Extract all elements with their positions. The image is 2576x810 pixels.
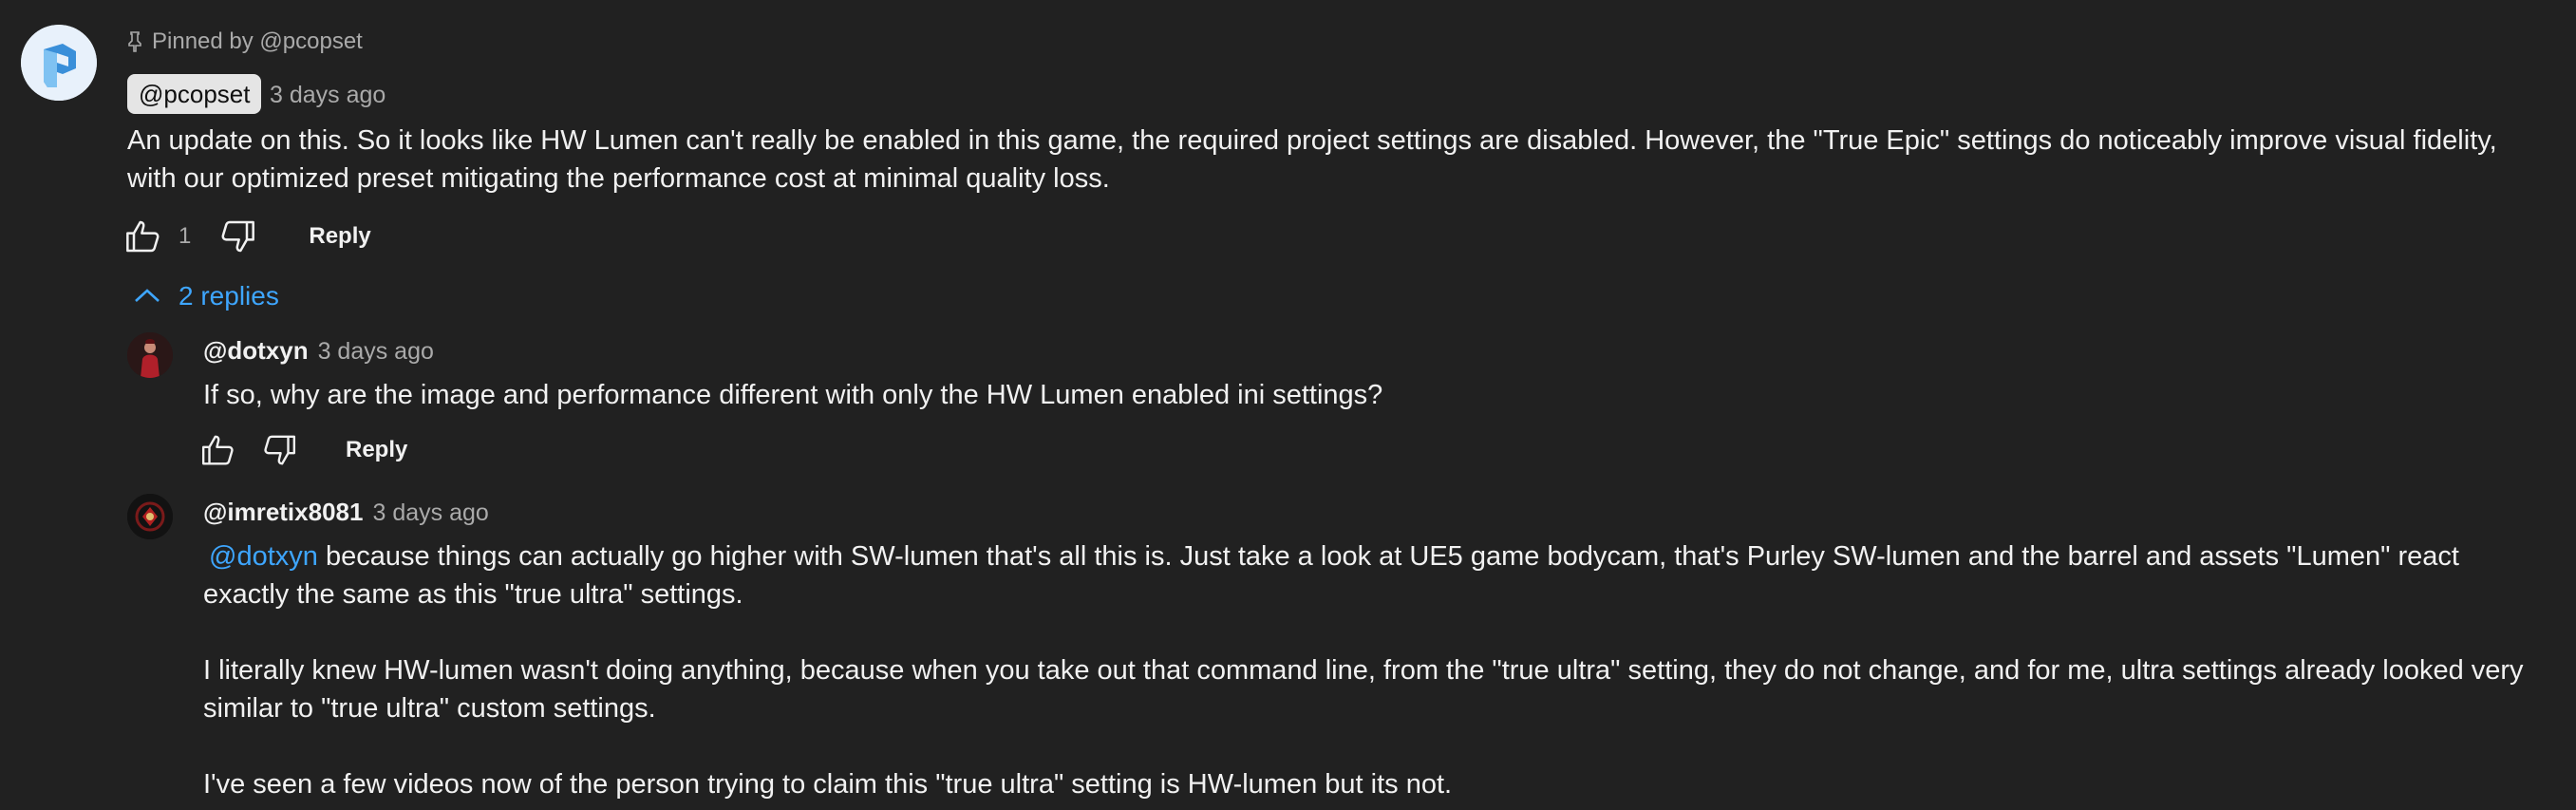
comment-thread: Pinned by @pcopset @pcopset 3 days ago A… — [0, 0, 2576, 810]
reply-author[interactable]: @dotxyn — [203, 336, 309, 366]
like-button[interactable] — [197, 429, 239, 471]
reply-paragraph-text: because things can actually go higher wi… — [203, 541, 2459, 610]
reply-header: @dotxyn 3 days ago — [203, 336, 434, 366]
reply-paragraph: I've seen a few videos now of the person… — [203, 769, 1453, 800]
reply-button[interactable]: Reply — [346, 437, 407, 463]
thumbs-up-icon — [124, 217, 162, 255]
reply-text: If so, why are the image and performance… — [203, 380, 1383, 410]
pin-icon — [127, 31, 142, 52]
reply-button[interactable]: Reply — [309, 223, 370, 250]
comment-author[interactable]: @pcopset — [127, 74, 262, 114]
pinned-label: Pinned by @pcopset — [127, 28, 363, 55]
reply-text: @dotxyn because things can actually go h… — [203, 537, 2548, 803]
reply-author[interactable]: @imretix8081 — [203, 498, 363, 527]
thumbs-up-icon — [200, 432, 236, 468]
like-button[interactable] — [122, 215, 165, 258]
avatar[interactable] — [127, 494, 173, 539]
reply-paragraph: @dotxyn because things can actually go h… — [203, 537, 2548, 613]
replies-toggle-label: 2 replies — [179, 281, 279, 311]
reply-header: @imretix8081 3 days ago — [203, 498, 489, 527]
avatar[interactable] — [127, 332, 173, 378]
comment-actions: 1 Reply — [122, 215, 371, 258]
avatar[interactable] — [21, 25, 97, 101]
mention-link[interactable]: @dotxyn — [209, 541, 318, 572]
chevron-up-icon — [133, 281, 161, 311]
replies-toggle[interactable]: 2 replies — [133, 281, 279, 311]
comment-text: An update on this. So it looks like HW L… — [127, 125, 2497, 194]
pinned-text: Pinned by @pcopset — [152, 28, 363, 54]
reply-paragraph: I literally knew HW-lumen wasn't doing a… — [203, 655, 2524, 724]
like-count: 1 — [179, 223, 192, 249]
comment-timestamp[interactable]: 3 days ago — [270, 82, 385, 109]
thumbs-down-icon — [261, 432, 297, 468]
dislike-button[interactable] — [258, 429, 300, 471]
thumbs-down-icon — [218, 217, 256, 255]
reply-actions: Reply — [197, 429, 407, 471]
reply-timestamp[interactable]: 3 days ago — [372, 499, 488, 527]
reply-timestamp[interactable]: 3 days ago — [318, 338, 434, 366]
dislike-button[interactable] — [216, 215, 259, 258]
